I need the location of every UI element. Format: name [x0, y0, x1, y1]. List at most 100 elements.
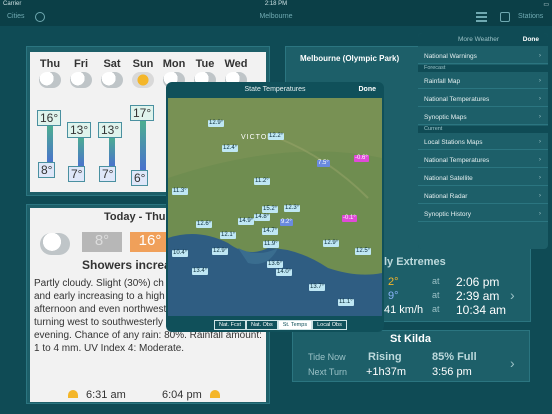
chevron-right-icon: ›: [538, 174, 541, 181]
menu-item-label: National Temperatures: [424, 96, 490, 103]
temp-marker[interactable]: 14.0°: [276, 269, 293, 276]
tide-time: 3:56 pm: [432, 366, 472, 378]
menu-item-national-temperatures-current[interactable]: National Temperatures ›: [418, 152, 548, 168]
menu-item-label: Rainfall Map: [424, 78, 461, 85]
high-temp: 17°: [130, 105, 155, 121]
temp-bar: [109, 136, 115, 168]
section-forecast: Forecast: [418, 65, 548, 72]
chevron-right-icon: ›: [538, 95, 541, 102]
temp-marker[interactable]: 12.6°: [196, 221, 213, 228]
menu-item-national-radar[interactable]: National Radar ›: [418, 188, 548, 204]
menu-item-synoptic-history[interactable]: Synoptic History ›: [418, 206, 548, 222]
high-temp: 13°: [67, 122, 92, 138]
next-turn-label: Next Turn: [308, 367, 348, 377]
today-min: 8°: [82, 232, 122, 252]
chevron-right-icon[interactable]: ›: [510, 355, 515, 371]
sunrise-icon: [68, 390, 78, 398]
extreme-value: 9°: [388, 290, 399, 302]
menu-item-label: National Temperatures: [424, 157, 490, 164]
temperature-map[interactable]: VICTORIA 12.9° 12.2° 12.4° 7.5° -0.6° 11…: [168, 98, 382, 316]
menu-header: More Weather Done: [418, 33, 548, 46]
extreme-at: at: [432, 276, 440, 286]
temp-marker[interactable]: 14.9°: [238, 218, 255, 225]
tide-now-label: Tide Now: [308, 352, 346, 362]
low-temp: 8°: [38, 162, 56, 178]
extremes-title: ly Extremes: [384, 256, 446, 268]
today-weather-icon: [40, 233, 70, 255]
temp-marker[interactable]: 13.6°: [267, 261, 284, 268]
temp-marker[interactable]: 11.9°: [263, 241, 279, 248]
temp-marker[interactable]: 14.8°: [254, 214, 271, 221]
temp-marker[interactable]: 14.7°: [262, 228, 279, 235]
temp-marker[interactable]: 13.4°: [192, 268, 209, 275]
chevron-right-icon: ›: [538, 113, 541, 120]
menu-item-local-stations-maps[interactable]: Local Stations Maps ›: [418, 134, 548, 150]
extreme-at: at: [432, 304, 440, 314]
day-label: Tue: [195, 58, 215, 70]
menu-item-label: National Satellite: [424, 175, 473, 182]
high-temp: 16°: [37, 110, 62, 126]
temp-marker[interactable]: -0.1°: [342, 215, 357, 222]
extreme-time: 2:06 pm: [456, 275, 500, 289]
temp-bar: [78, 136, 84, 168]
temp-marker[interactable]: 12.3°: [284, 205, 301, 212]
temp-marker[interactable]: 12.5°: [355, 248, 372, 255]
chevron-right-icon: ›: [538, 192, 541, 199]
temp-marker[interactable]: 12.4°: [222, 145, 239, 152]
menu-item-national-temperatures[interactable]: National Temperatures ›: [418, 91, 548, 107]
sunrise-time: 6:31 am: [86, 389, 126, 401]
more-weather-menu: More Weather Done National Warnings › For…: [418, 33, 548, 249]
day-label: Sun: [132, 58, 154, 70]
modal-title: State Temperatures: [244, 86, 306, 93]
chevron-right-icon: ›: [538, 77, 541, 84]
tide-title: St Kilda: [390, 333, 431, 345]
temp-marker[interactable]: 12.9°: [323, 240, 340, 247]
menu-item-synoptic-maps[interactable]: Synoptic Maps ›: [418, 109, 548, 125]
tab-nat-obs[interactable]: Nat. Obs: [246, 320, 278, 330]
state-temperatures-modal: State Temperatures Done VICTORIA 12.9° 1…: [166, 82, 384, 332]
temp-marker[interactable]: 12.9°: [208, 120, 225, 127]
day-label: Sat: [103, 58, 121, 70]
tab-local-obs[interactable]: Local Obs: [312, 320, 347, 330]
status-bar: Carrier 2:18 PM ▭: [0, 0, 552, 9]
temp-bar: [47, 125, 53, 165]
menu-done-button[interactable]: Done: [523, 36, 539, 43]
menu-item-label: National Warnings: [424, 53, 477, 60]
chevron-right-icon[interactable]: ›: [510, 287, 515, 303]
stations-button[interactable]: Stations: [518, 13, 543, 20]
menu-item-label: National Radar: [424, 193, 468, 200]
low-temp: 7°: [68, 166, 86, 182]
temp-marker[interactable]: 9.2°: [280, 219, 293, 226]
temp-marker[interactable]: 13.7°: [309, 284, 326, 291]
stations-icon[interactable]: [500, 12, 510, 22]
temp-marker[interactable]: 11.1°: [338, 299, 354, 306]
menu-item-national-warnings[interactable]: National Warnings ›: [418, 48, 548, 64]
temp-marker[interactable]: 15.2°: [262, 206, 279, 213]
more-weather-icon[interactable]: [476, 12, 487, 22]
menu-item-label: Synoptic Maps: [424, 114, 467, 121]
menu-item-national-satellite[interactable]: National Satellite ›: [418, 170, 548, 186]
temp-marker[interactable]: 7.5°: [317, 160, 330, 167]
chevron-right-icon: ›: [538, 210, 541, 217]
chevron-right-icon: ›: [538, 156, 541, 163]
tide-state: Rising: [368, 351, 402, 363]
temp-marker[interactable]: 12.2°: [268, 133, 285, 140]
extreme-value: 41 km/h: [384, 304, 424, 316]
temp-marker[interactable]: 10.4°: [172, 250, 189, 257]
temp-marker[interactable]: 11.2°: [254, 178, 270, 185]
temp-marker[interactable]: 11.3°: [172, 188, 188, 195]
modal-done-button[interactable]: Done: [359, 86, 377, 93]
menu-item-rainfall-map[interactable]: Rainfall Map ›: [418, 73, 548, 89]
tab-nat-fcst[interactable]: Nat. Fcst: [214, 320, 247, 330]
today-max: 16°: [130, 232, 170, 252]
temp-bar: [140, 120, 146, 172]
temp-marker[interactable]: -0.6°: [354, 155, 369, 162]
day-label: Fri: [73, 58, 89, 70]
menu-item-label: Synoptic History: [424, 211, 471, 218]
tab-st-temps[interactable]: St. Temps: [277, 320, 313, 330]
temp-marker[interactable]: 12.1°: [220, 232, 237, 239]
low-temp: 6°: [131, 170, 149, 186]
temp-marker[interactable]: 12.9°: [212, 248, 229, 255]
day-label: Thu: [39, 58, 61, 70]
menu-item-label: Local Stations Maps: [424, 139, 483, 146]
